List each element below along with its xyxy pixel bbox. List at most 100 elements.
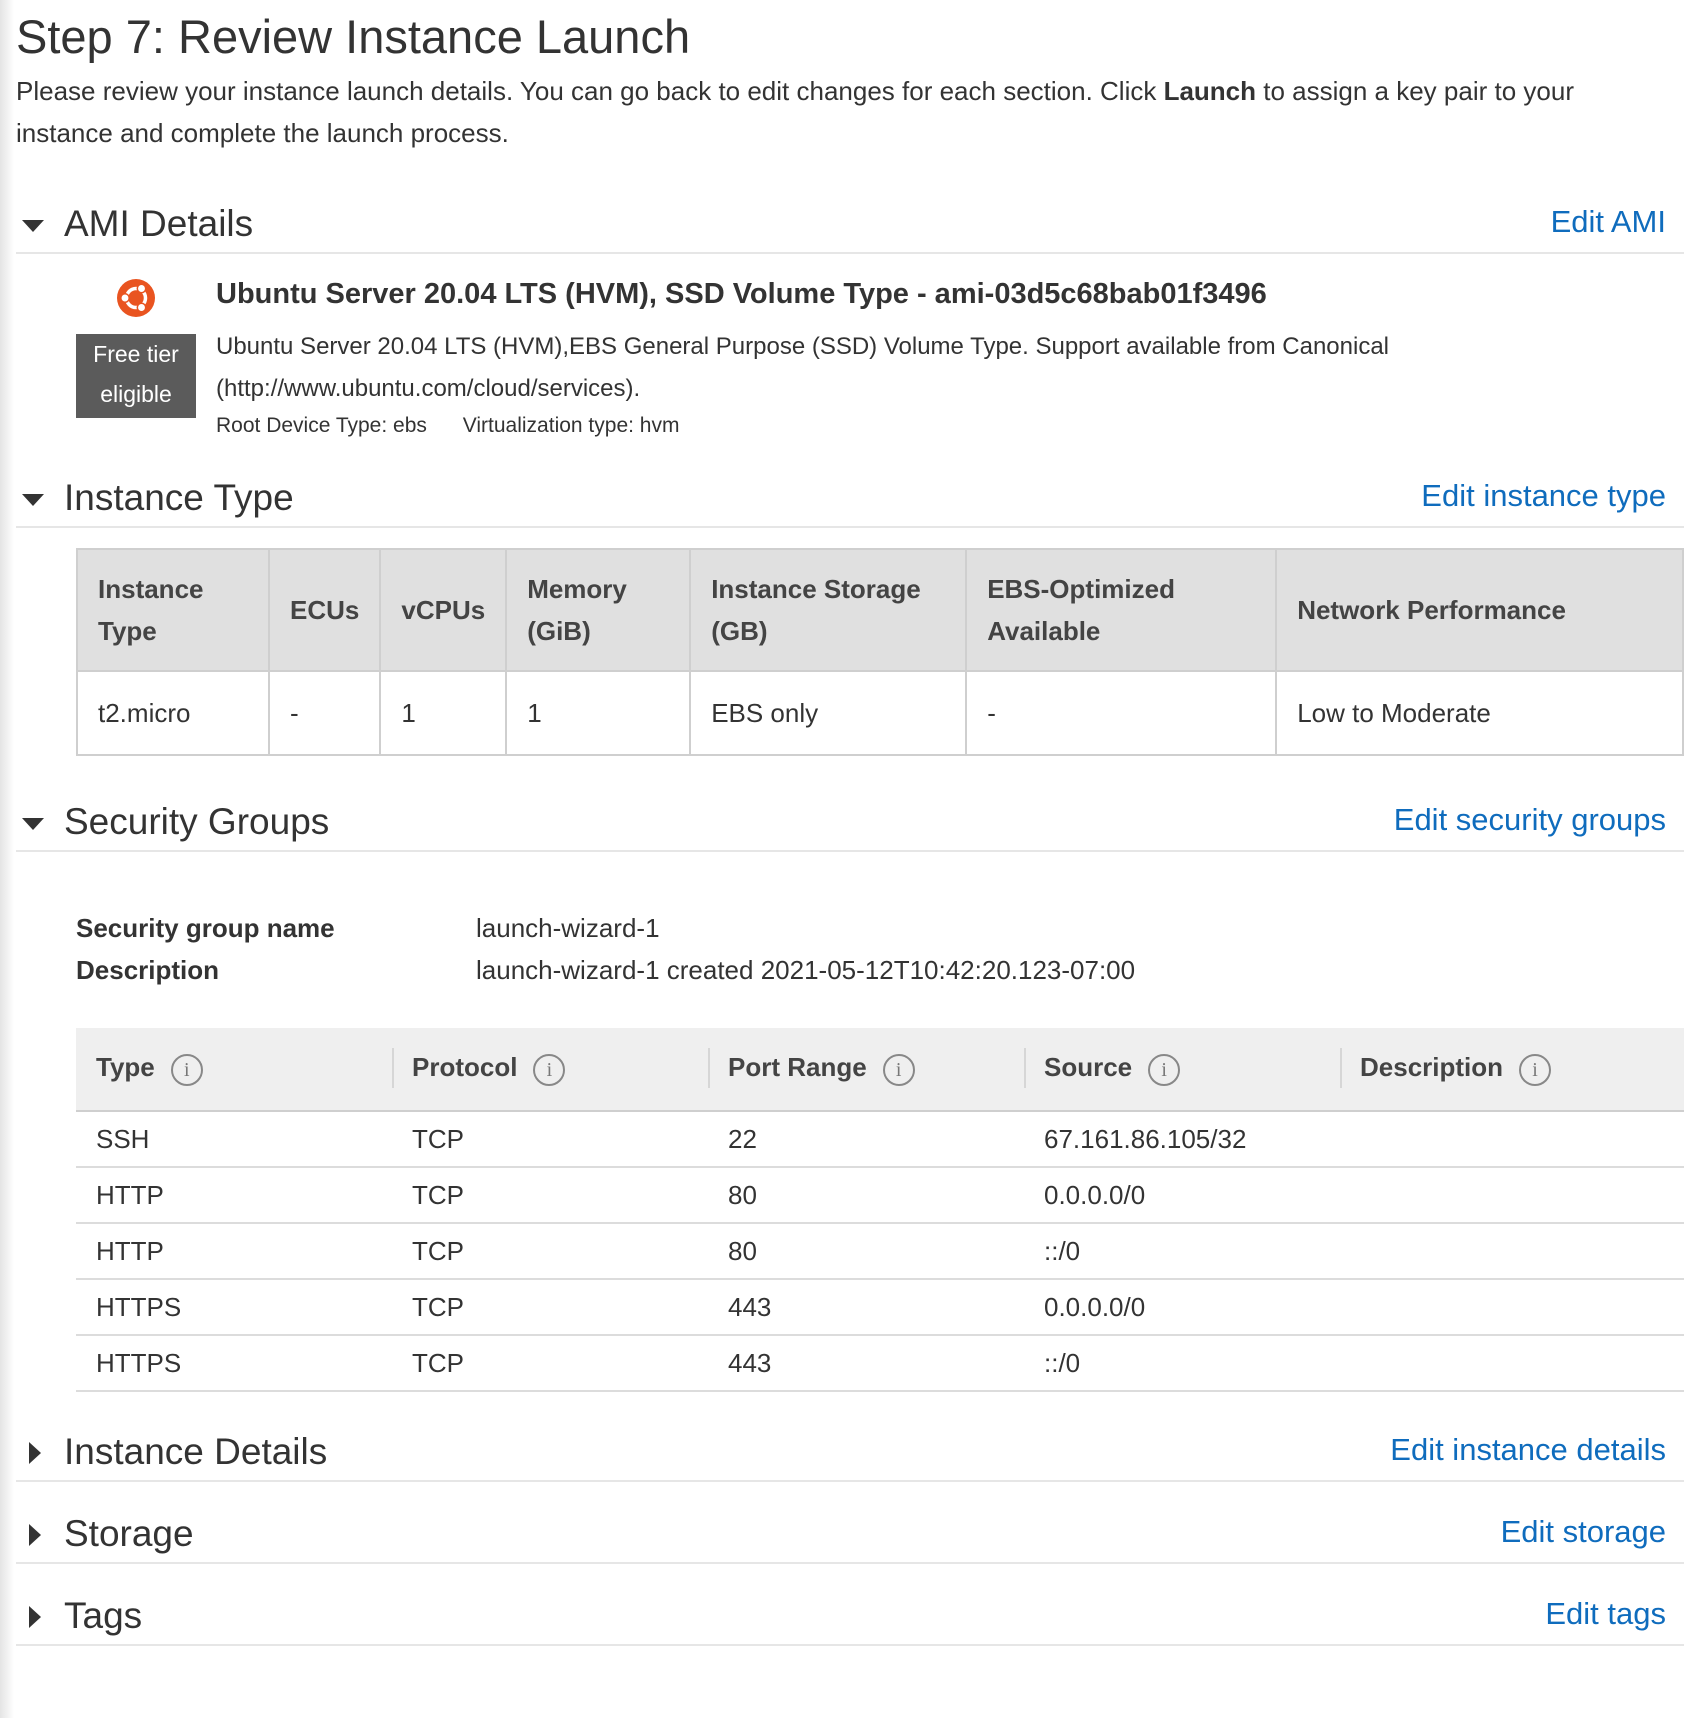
security-group-info: Security group name launch-wizard-1 Desc… xyxy=(76,908,1684,988)
edit-instance-details-link[interactable]: Edit instance details xyxy=(1390,1430,1666,1470)
table-cell: ::/0 xyxy=(1024,1223,1340,1280)
info-icon[interactable]: i xyxy=(533,1053,566,1086)
column-header: vCPUs xyxy=(379,548,508,672)
table-cell: 443 xyxy=(708,1279,1024,1336)
instance-details-section-title: Instance Details xyxy=(64,1431,328,1472)
badge-line-2: eligible xyxy=(100,381,172,407)
collapse-triangle-icon[interactable] xyxy=(22,220,44,232)
table-row: t2.micro - 1 1 EBS only - Low to Moderat… xyxy=(76,670,1684,756)
table-cell: 443 xyxy=(708,1335,1024,1392)
ami-section-header[interactable]: AMI Details Edit AMI xyxy=(16,194,1684,254)
security-groups-section-title: Security Groups xyxy=(64,801,330,842)
column-label: Source xyxy=(1044,1052,1133,1083)
table-cell: TCP xyxy=(392,1111,708,1168)
tags-section-title: Tags xyxy=(64,1595,143,1636)
column-label: Type xyxy=(96,1052,155,1083)
sg-description-value: launch-wizard-1 created 2021-05-12T10:42… xyxy=(476,955,1136,985)
table-cell: - xyxy=(965,670,1278,756)
table-row: HTTP TCP 80 0.0.0.0/0 xyxy=(76,1167,1684,1224)
table-cell: SSH xyxy=(76,1111,392,1168)
edit-security-groups-link[interactable]: Edit security groups xyxy=(1394,800,1666,840)
intro-text-start: Please review your instance launch detai… xyxy=(16,76,1164,106)
table-row: HTTPS TCP 443 ::/0 xyxy=(76,1335,1684,1392)
column-header: ECUs xyxy=(267,548,382,672)
expand-triangle-icon[interactable] xyxy=(29,1442,41,1464)
column-header: Instance Type xyxy=(76,548,270,672)
expand-triangle-icon[interactable] xyxy=(29,1524,41,1546)
edit-tags-link[interactable]: Edit tags xyxy=(1545,1594,1666,1634)
ami-section-title: AMI Details xyxy=(64,203,254,244)
instance-type-table: Instance Type ECUs vCPUs Memory (GiB) In… xyxy=(76,548,1684,756)
table-cell: TCP xyxy=(392,1335,708,1392)
instance-type-section-header[interactable]: Instance Type Edit instance type xyxy=(16,468,1684,528)
column-label: Protocol xyxy=(412,1052,518,1083)
storage-section-title: Storage xyxy=(64,1513,194,1554)
instance-details-section-header[interactable]: Instance Details Edit instance details xyxy=(16,1422,1684,1482)
column-divider xyxy=(1024,1048,1026,1088)
ami-details: Free tier eligible Ubuntu Server 20.04 L… xyxy=(16,254,1684,460)
table-header-row: Instance Type ECUs vCPUs Memory (GiB) In… xyxy=(76,548,1684,672)
table-row: HTTPS TCP 443 0.0.0.0/0 xyxy=(76,1279,1684,1336)
sg-description-row: Description launch-wizard-1 created 2021… xyxy=(76,950,1684,992)
edit-storage-link[interactable]: Edit storage xyxy=(1501,1512,1666,1552)
storage-section-header[interactable]: Storage Edit storage xyxy=(16,1504,1684,1564)
column-label: Port Range xyxy=(728,1052,867,1083)
table-cell: 80 xyxy=(708,1167,1024,1224)
table-cell: - xyxy=(267,670,382,756)
left-edge-shade xyxy=(0,0,14,1718)
table-cell: t2.micro xyxy=(76,670,270,756)
table-cell: TCP xyxy=(392,1167,708,1224)
table-cell xyxy=(1340,1223,1684,1280)
page-title: Step 7: Review Instance Launch xyxy=(16,10,691,63)
edit-instance-type-link[interactable]: Edit instance type xyxy=(1421,476,1666,516)
table-cell: 67.161.86.105/32 xyxy=(1024,1111,1340,1168)
table-cell: ::/0 xyxy=(1024,1335,1340,1392)
table-cell xyxy=(1340,1167,1684,1224)
table-cell: 1 xyxy=(505,670,692,756)
badge-line-1: Free tier xyxy=(93,341,179,367)
free-tier-badge: Free tier eligible xyxy=(76,334,196,418)
table-cell xyxy=(1340,1335,1684,1392)
column-header: Instance Storage (GB) xyxy=(689,548,968,672)
column-header-protocol: Protocol i xyxy=(392,1028,708,1112)
expand-triangle-icon[interactable] xyxy=(29,1606,41,1628)
instance-type-section-title: Instance Type xyxy=(64,477,294,518)
table-cell: 80 xyxy=(708,1223,1024,1280)
table-cell: TCP xyxy=(392,1279,708,1336)
column-header: Memory (GiB) xyxy=(505,548,692,672)
collapse-triangle-icon[interactable] xyxy=(22,818,44,830)
table-cell: Low to Moderate xyxy=(1275,670,1684,756)
virtualization-type: Virtualization type: hvm xyxy=(462,414,680,437)
table-cell: 1 xyxy=(379,670,508,756)
ami-description: Ubuntu Server 20.04 LTS (HVM),EBS Genera… xyxy=(216,333,1390,402)
table-header-row: Type i Protocol i Port Range i Source i Desc… xyxy=(76,1028,1684,1112)
table-row: HTTP TCP 80 ::/0 xyxy=(76,1223,1684,1280)
table-cell xyxy=(1340,1111,1684,1168)
collapse-triangle-icon[interactable] xyxy=(22,494,44,506)
column-header-type: Type i xyxy=(76,1028,392,1112)
edit-ami-link[interactable]: Edit AMI xyxy=(1551,202,1666,242)
info-icon[interactable]: i xyxy=(1519,1053,1552,1086)
column-header-source: Source i xyxy=(1024,1028,1340,1112)
column-divider xyxy=(708,1048,710,1088)
table-cell: 0.0.0.0/0 xyxy=(1024,1167,1340,1224)
root-device-type: Root Device Type: ebs xyxy=(216,414,427,437)
info-icon[interactable]: i xyxy=(882,1053,915,1086)
table-cell: HTTPS xyxy=(76,1335,392,1392)
sg-description-label: Description xyxy=(76,955,220,985)
tags-section-header[interactable]: Tags Edit tags xyxy=(16,1586,1684,1646)
sg-name-value: launch-wizard-1 xyxy=(476,913,660,943)
table-cell: HTTP xyxy=(76,1223,392,1280)
table-cell: HTTPS xyxy=(76,1279,392,1336)
page-intro: Please review your instance launch detai… xyxy=(16,70,1676,154)
table-cell: TCP xyxy=(392,1223,708,1280)
sg-name-row: Security group name launch-wizard-1 xyxy=(76,908,1684,950)
info-icon[interactable]: i xyxy=(1148,1053,1181,1086)
column-header-description: Description i xyxy=(1340,1028,1684,1112)
info-icon[interactable]: i xyxy=(170,1053,203,1086)
sg-name-label: Security group name xyxy=(76,913,335,943)
table-cell: HTTP xyxy=(76,1167,392,1224)
table-cell: 22 xyxy=(708,1111,1024,1168)
security-groups-section-header[interactable]: Security Groups Edit security groups xyxy=(16,792,1684,852)
table-cell xyxy=(1340,1279,1684,1336)
